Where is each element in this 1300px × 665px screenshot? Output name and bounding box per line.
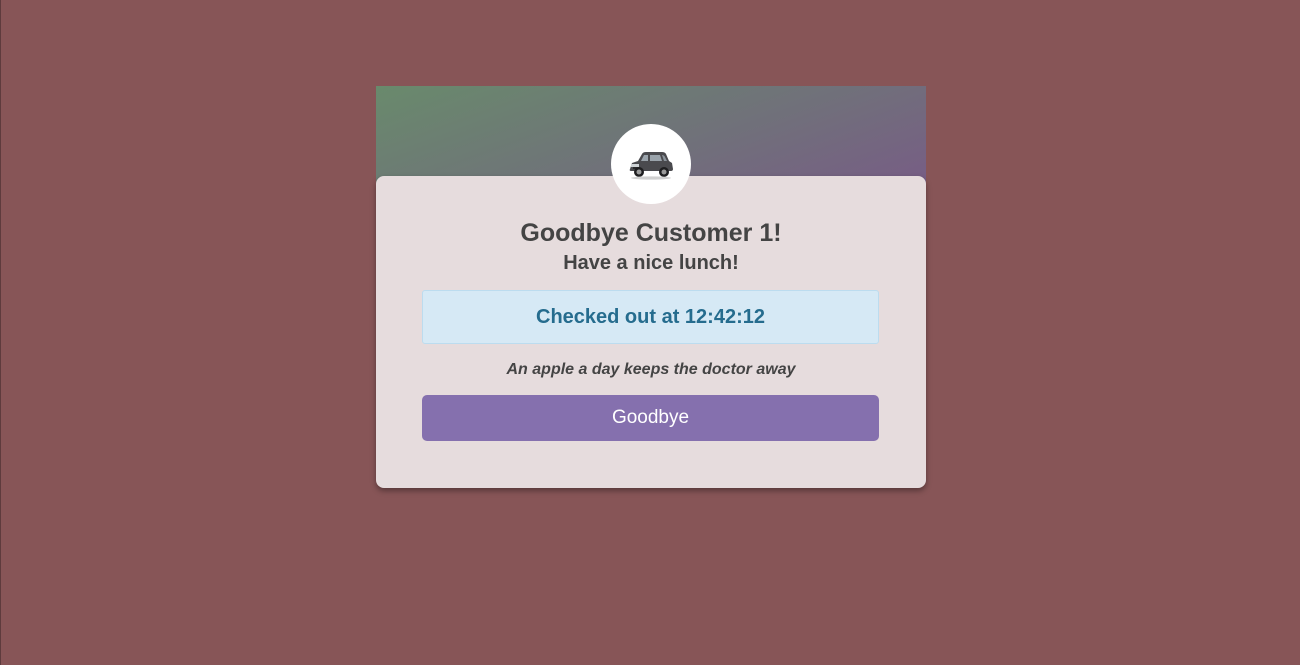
page-subtitle: Have a nice lunch!	[563, 252, 739, 274]
checkout-status-alert: Checked out at 12:42:12	[422, 290, 879, 344]
goodbye-button[interactable]: Goodbye	[422, 395, 879, 441]
page-title: Goodbye Customer 1!	[520, 219, 782, 247]
quote-text: An apple a day keeps the doctor away	[506, 361, 796, 378]
car-icon	[629, 152, 673, 180]
avatar	[611, 124, 691, 204]
checkout-status-text: Checked out at 12:42:12	[536, 305, 765, 328]
window-edge	[0, 0, 1, 665]
